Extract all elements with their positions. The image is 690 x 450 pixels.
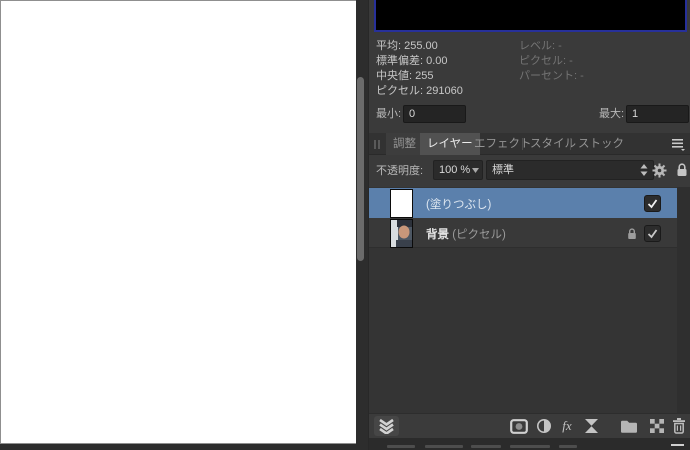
histogram-stats: 平均: 255.00 標準偏差: 0.00 中央値: 255 ピクセル: 291…	[376, 39, 463, 99]
clipped-panel-strip	[369, 438, 690, 450]
panel-menu-icon[interactable]	[671, 137, 685, 156]
clipped-text	[471, 445, 501, 448]
opacity-row: 不透明度: 100 % 標準	[369, 155, 690, 187]
stat-pixels: ピクセル: 291060	[376, 84, 463, 99]
check-icon	[646, 197, 659, 210]
layers-list: (塗りつぶし) 背景 (ピクセル)	[369, 187, 690, 413]
panel-grip[interactable]	[374, 140, 376, 149]
layer-row-fill[interactable]: (塗りつぶし)	[369, 188, 677, 218]
histogram-display[interactable]	[374, 0, 687, 32]
panel-grip[interactable]	[378, 140, 380, 149]
studio-panel: 平均: 255.00 標準偏差: 0.00 中央値: 255 ピクセル: 291…	[368, 0, 690, 450]
gear-icon[interactable]	[652, 163, 667, 183]
layer-lock-icon	[627, 227, 637, 245]
checkerboard-icon	[650, 419, 664, 433]
opacity-dropdown[interactable]: 100 %	[433, 160, 483, 180]
live-filter-button[interactable]: fx	[556, 416, 578, 436]
layer-name: (塗りつぶし)	[426, 196, 491, 212]
clipped-text	[559, 445, 577, 448]
clipped-text	[425, 445, 463, 448]
trash-icon	[672, 418, 686, 434]
layer-thumbnail-background[interactable]	[390, 219, 413, 248]
stat-percent: パーセント: -	[519, 69, 584, 84]
panel-tab-bar: 調整 レイヤー エフェクト スタイル ストック	[369, 133, 690, 155]
new-layer-button[interactable]	[646, 416, 668, 436]
folder-icon	[620, 419, 638, 433]
adjustment-icon	[536, 418, 552, 434]
lock-icon[interactable]	[676, 163, 688, 182]
clip-button[interactable]	[580, 416, 602, 436]
mask-layer-button[interactable]	[508, 416, 530, 436]
layer-visibility-checkbox[interactable]	[644, 195, 661, 212]
clip-hourglass-icon	[584, 419, 599, 433]
clipped-text	[510, 445, 550, 448]
chevron-down-icon	[472, 168, 479, 173]
mask-icon	[510, 419, 528, 434]
clipped-control	[671, 444, 684, 446]
layer-visibility-checkbox[interactable]	[644, 225, 661, 242]
opacity-label: 不透明度:	[376, 162, 423, 180]
tab-adjustments[interactable]: 調整	[386, 133, 423, 155]
new-group-button[interactable]	[618, 416, 640, 436]
layer-name: 背景 (ピクセル)	[426, 226, 506, 242]
layer-row-background[interactable]: 背景 (ピクセル)	[369, 218, 677, 248]
clipped-text	[387, 445, 415, 448]
document-canvas[interactable]	[0, 0, 356, 444]
max-label: 最大:	[599, 105, 624, 123]
fx-icon: fx	[562, 418, 571, 434]
check-icon	[646, 227, 659, 240]
min-input[interactable]: 0	[403, 105, 466, 123]
stepper-arrows-icon	[640, 164, 648, 176]
layers-toolbar: fx	[369, 413, 690, 438]
layer-order-icon	[378, 418, 395, 434]
canvas-vertical-scrollbar[interactable]	[357, 77, 364, 261]
stat-level: レベル: -	[519, 39, 584, 54]
layers-scrollbar-track[interactable]	[677, 187, 690, 413]
layer-thumbnail-fill[interactable]	[390, 189, 413, 218]
delete-layer-button[interactable]	[668, 416, 690, 436]
histogram-cursor-stats: レベル: - ピクセル: - パーセント: -	[519, 39, 584, 84]
max-input[interactable]: 1	[626, 105, 689, 123]
layer-order-button[interactable]	[374, 416, 399, 436]
stat-mean: 平均: 255.00	[376, 39, 463, 54]
min-label: 最小:	[376, 105, 401, 123]
stat-stddev: 標準偏差: 0.00	[376, 54, 463, 69]
adjustment-button[interactable]	[533, 416, 555, 436]
tab-stock[interactable]: ストック	[571, 133, 631, 155]
blend-mode-dropdown[interactable]: 標準	[486, 160, 654, 180]
stat-median: 中央値: 255	[376, 69, 463, 84]
stat-pixel: ピクセル: -	[519, 54, 584, 69]
